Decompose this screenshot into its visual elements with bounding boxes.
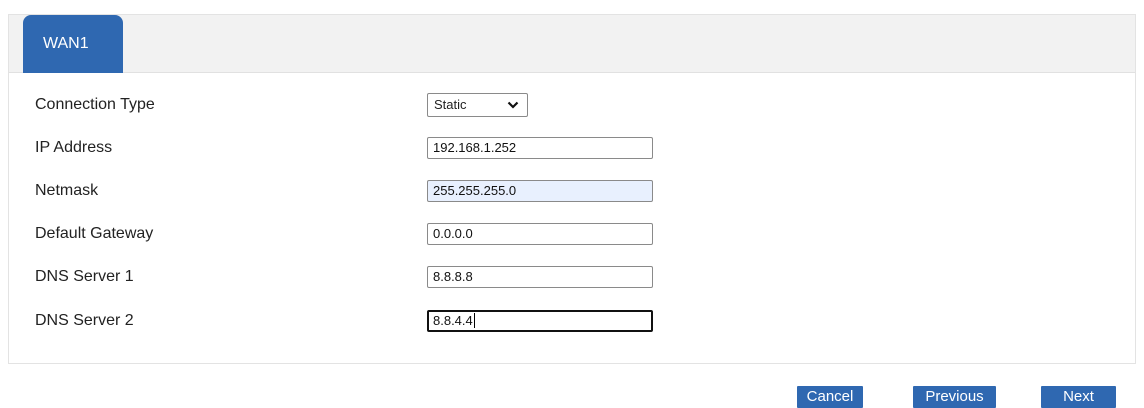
connection-type-select[interactable]: Static [427,93,528,117]
netmask-input[interactable]: 255.255.255.0 [427,180,653,202]
ip-address-label: IP Address [35,139,113,156]
connection-type-label: Connection Type [35,96,155,113]
cancel-button[interactable]: Cancel [797,386,863,408]
dns-server-1-label: DNS Server 1 [35,268,134,285]
wan-settings-panel: WAN1 Connection Type Static IP Address 1… [8,14,1136,364]
dns-server-2-value: 8.8.4.4 [433,313,473,328]
previous-button[interactable]: Previous [913,386,996,408]
row-ip-address: IP Address 192.168.1.252 [9,136,1135,160]
tab-strip: WAN1 [9,15,1135,73]
default-gateway-label: Default Gateway [35,225,154,242]
default-gateway-input[interactable]: 0.0.0.0 [427,223,653,245]
row-default-gateway: Default Gateway 0.0.0.0 [9,222,1135,246]
dns-server-1-input[interactable]: 8.8.8.8 [427,266,653,288]
connection-type-value: Static [434,97,467,112]
dns-server-2-label: DNS Server 2 [35,312,134,329]
default-gateway-value: 0.0.0.0 [433,226,473,241]
row-connection-type: Connection Type Static [9,93,1135,117]
tab-wan1[interactable]: WAN1 [23,15,123,73]
text-caret [473,313,475,328]
dns-server-2-input[interactable]: 8.8.4.4 [427,310,653,332]
ip-address-input[interactable]: 192.168.1.252 [427,137,653,159]
dns-server-1-value: 8.8.8.8 [433,269,473,284]
netmask-label: Netmask [35,182,99,199]
row-dns-server-2: DNS Server 2 8.8.4.4 [9,309,1135,333]
next-button[interactable]: Next [1041,386,1116,408]
netmask-value: 255.255.255.0 [433,183,517,198]
chevron-down-icon [507,101,519,109]
row-dns-server-1: DNS Server 1 8.8.8.8 [9,265,1135,289]
row-netmask: Netmask 255.255.255.0 [9,179,1135,203]
ip-address-value: 192.168.1.252 [433,140,517,155]
